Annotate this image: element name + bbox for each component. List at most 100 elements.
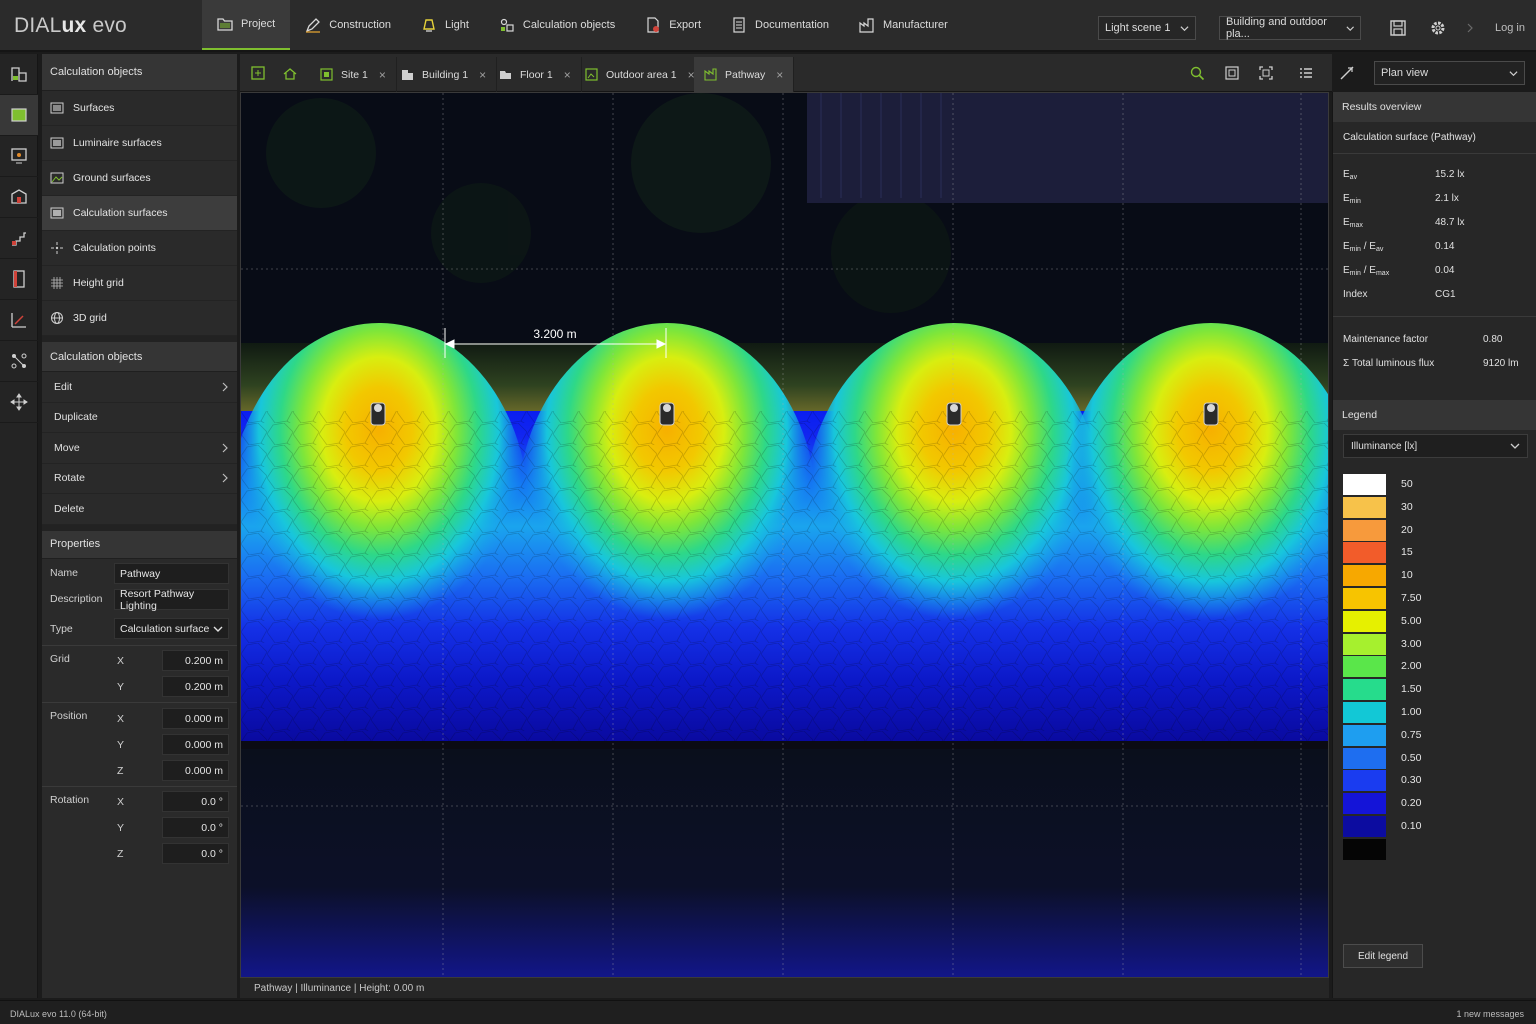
legend-swatch <box>1343 633 1386 655</box>
type-label: Type <box>50 623 73 635</box>
menu-light[interactable]: Light <box>406 0 484 50</box>
tab-building[interactable]: Building 1 × <box>391 57 498 92</box>
login-link[interactable]: Log in <box>1495 22 1525 34</box>
legend-value: 5.00 <box>1401 614 1422 627</box>
rotation-z-field[interactable]: 0.0 ° <box>162 843 229 864</box>
zoom-extents-button[interactable] <box>1222 63 1242 83</box>
divider <box>42 645 237 646</box>
rail-stairs-button[interactable] <box>0 218 38 259</box>
gear-icon <box>1431 21 1445 35</box>
menu-documentation[interactable]: Documentation <box>716 0 844 50</box>
rotation-y-field[interactable]: 0.0 ° <box>162 817 229 838</box>
close-icon[interactable]: × <box>479 68 486 82</box>
rail-furniture-button[interactable] <box>0 177 38 218</box>
chevron-right-icon <box>222 443 228 453</box>
menu-export[interactable]: Export <box>630 0 716 50</box>
action-move[interactable]: Move <box>42 433 237 464</box>
edit-legend-button[interactable]: Edit legend <box>1343 944 1423 968</box>
rail-calculation-surface-button[interactable] <box>0 95 38 136</box>
rail-luminaire-button[interactable] <box>0 136 38 177</box>
save-button[interactable] <box>1386 16 1410 40</box>
arrange-icon <box>11 353 27 369</box>
legend-quantity-dropdown[interactable]: Illuminance [lx] <box>1343 434 1528 458</box>
rail-project-button[interactable] <box>0 54 38 95</box>
tab-pathway[interactable]: Pathway × <box>694 57 795 92</box>
result-e-min: Emin 2.1 lx <box>1343 193 1459 205</box>
position-y-field[interactable]: 0.000 m <box>162 734 229 755</box>
zoom-selection-button[interactable] <box>1256 63 1276 83</box>
messages-link[interactable]: 1 new messages <box>1456 1009 1524 1019</box>
rotation-x-field[interactable]: 0.0 ° <box>162 791 229 812</box>
luminaire[interactable] <box>946 402 962 426</box>
close-icon[interactable]: × <box>776 68 783 82</box>
object-ground-surfaces[interactable]: Ground surfaces <box>42 161 237 196</box>
legend-swatch <box>1343 793 1386 815</box>
home-view-button[interactable] <box>280 63 300 83</box>
object-height-grid[interactable]: Height grid <box>42 266 237 301</box>
menu-project[interactable]: Project <box>202 0 291 50</box>
menu-construction[interactable]: Construction <box>290 0 406 50</box>
legend-swatch <box>1343 542 1386 564</box>
legend-swatch <box>1343 519 1386 541</box>
action-delete[interactable]: Delete <box>42 494 237 525</box>
new-view-button[interactable] <box>248 63 268 83</box>
name-field[interactable]: Pathway <box>114 563 229 584</box>
action-edit[interactable]: Edit <box>42 372 237 403</box>
object-3d-grid[interactable]: 3D grid <box>42 301 237 336</box>
home-icon <box>283 68 297 80</box>
position-y-axis-label: Y <box>117 739 125 751</box>
close-icon[interactable]: × <box>379 68 386 82</box>
house-deck <box>807 93 1328 203</box>
floor-icon <box>500 71 511 79</box>
luminaire[interactable] <box>659 402 675 426</box>
action-rotate[interactable]: Rotate <box>42 464 237 494</box>
legend-swatch <box>1343 588 1386 609</box>
grid-x-field[interactable]: 0.200 m <box>162 650 229 671</box>
top-menubar: DIALux evo Project Construction Light Ca… <box>0 0 1536 52</box>
rail-move-button[interactable] <box>0 382 38 423</box>
object-luminaire-surfaces[interactable]: Luminaire surfaces <box>42 126 237 161</box>
grid-y-field[interactable]: 0.200 m <box>162 676 229 697</box>
illuminance-plot[interactable]: 3.200 m <box>241 93 1329 978</box>
legend-value: 0.20 <box>1401 797 1422 810</box>
tab-floor[interactable]: Floor 1 × <box>489 57 582 92</box>
legend-value: 2.00 <box>1401 660 1422 673</box>
results-subject: Calculation surface (Pathway) <box>1333 122 1536 154</box>
legend-swatch <box>1343 496 1386 518</box>
type-select[interactable]: Calculation surface <box>114 618 229 639</box>
list-button[interactable] <box>1296 63 1316 83</box>
tab-site[interactable]: Site 1 × <box>310 57 397 92</box>
legend-value: 20 <box>1401 523 1413 536</box>
view-mode-dropdown[interactable]: Plan view <box>1374 61 1525 85</box>
app-logo: DIALux evo <box>14 14 127 37</box>
description-field[interactable]: Resort Pathway Lighting <box>114 588 229 612</box>
light-scene-dropdown[interactable]: Light scene 1 <box>1098 16 1196 40</box>
chevron-right-icon <box>222 382 228 392</box>
close-icon[interactable]: × <box>564 68 571 82</box>
legend-swatch <box>1343 838 1386 860</box>
object-calculation-surfaces[interactable]: Calculation surfaces <box>42 196 237 231</box>
grid-x-axis-label: X <box>117 655 125 667</box>
view-scope-dropdown[interactable]: Building and outdoor pla... <box>1219 16 1361 40</box>
tab-outdoor-area[interactable]: Outdoor area 1 × <box>575 57 706 92</box>
settings-button[interactable] <box>1426 16 1450 40</box>
plan-viewport[interactable]: 3.200 m <box>240 92 1329 978</box>
name-label: Name <box>50 567 79 579</box>
zoom-button[interactable] <box>1187 63 1207 83</box>
luminaire[interactable] <box>370 402 386 426</box>
measure-tool-button[interactable] <box>1337 63 1357 83</box>
object-surfaces[interactable]: Surfaces <box>42 91 237 126</box>
menu-manufacturer[interactable]: Manufacturer <box>844 0 963 50</box>
rail-arrange-button[interactable] <box>0 341 38 382</box>
action-duplicate[interactable]: Duplicate <box>42 403 237 433</box>
luminaire[interactable] <box>1203 402 1219 426</box>
position-x-field[interactable]: 0.000 m <box>162 708 229 729</box>
object-calculation-points[interactable]: Calculation points <box>42 231 237 266</box>
rail-measure-button[interactable] <box>0 300 38 341</box>
rail-door-button[interactable] <box>0 259 38 300</box>
position-z-field[interactable]: 0.000 m <box>162 760 229 781</box>
menu-calculation-objects[interactable]: Calculation objects <box>484 0 630 50</box>
result-index: Index CG1 <box>1343 289 1456 300</box>
light-bulb-icon <box>423 19 435 32</box>
documentation-icon <box>733 17 745 33</box>
